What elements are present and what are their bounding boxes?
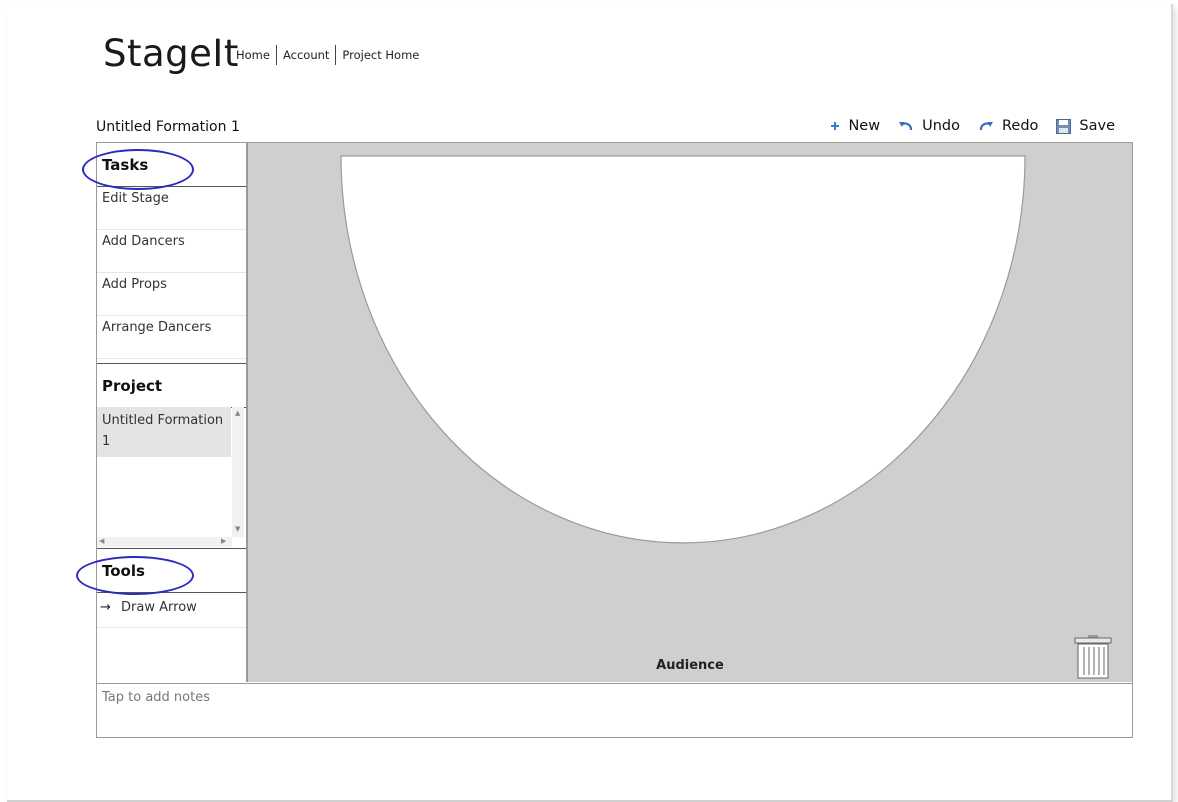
scroll-right-icon: ▶: [221, 537, 227, 545]
nav-divider: [275, 45, 277, 65]
stage-canvas[interactable]: Audience: [248, 143, 1132, 682]
task-arrange-dancers[interactable]: Arrange Dancers: [97, 316, 246, 359]
undo-button[interactable]: Undo: [898, 118, 960, 134]
sidebar: Tasks Edit Stage Add Dancers Add Props A…: [97, 143, 248, 682]
formation-title: Untitled Formation 1: [96, 119, 240, 135]
floppy-disk-icon: [1056, 118, 1072, 134]
stage-shape[interactable]: [340, 155, 1026, 544]
project-header: Project: [102, 376, 163, 395]
nav-project-home-link[interactable]: Project Home: [342, 48, 419, 62]
editor-panel: Tasks Edit Stage Add Dancers Add Props A…: [96, 142, 1133, 738]
nav-divider: [335, 45, 337, 65]
new-button[interactable]: New: [830, 118, 880, 134]
scroll-up-icon: ▲: [235, 409, 241, 417]
right-arrow-icon: →: [100, 600, 111, 615]
tools-header: Tools: [102, 561, 145, 580]
trash-can-icon[interactable]: [1074, 634, 1112, 684]
save-button-label: Save: [1079, 118, 1115, 134]
project-item[interactable]: Untitled Formation 1: [97, 407, 231, 457]
redo-button-label: Redo: [1001, 118, 1039, 134]
scroll-left-icon: ◀: [99, 537, 105, 545]
nav-account-link[interactable]: Account: [283, 48, 329, 62]
stage-graphic: [340, 155, 1026, 544]
project-list[interactable]: Untitled Formation 1 ▲ ▼ ◀ ▶: [97, 407, 246, 547]
app-logo[interactable]: StageIt: [103, 32, 239, 75]
horizontal-scrollbar[interactable]: ◀ ▶: [97, 537, 232, 547]
new-button-label: New: [848, 118, 881, 134]
tool-draw-arrow-label: Draw Arrow: [121, 600, 197, 615]
page-sheet: StageIt Home Account Project Home Untitl…: [7, 4, 1173, 802]
scroll-down-icon: ▼: [235, 525, 241, 533]
vertical-scrollbar[interactable]: ▲ ▼: [232, 407, 244, 537]
nav-home-link[interactable]: Home: [236, 48, 270, 62]
tasks-header: Tasks: [102, 155, 149, 174]
redo-icon: [978, 120, 994, 132]
plus-icon: [830, 121, 840, 131]
tool-draw-arrow[interactable]: → Draw Arrow: [97, 592, 246, 628]
redo-button[interactable]: Redo: [978, 118, 1038, 134]
task-add-dancers[interactable]: Add Dancers: [97, 230, 246, 273]
editor-toolbar: New Undo Redo Save: [812, 118, 1115, 134]
task-edit-stage[interactable]: Edit Stage: [97, 187, 246, 230]
task-add-props[interactable]: Add Props: [97, 273, 246, 316]
audience-label: Audience: [656, 658, 724, 673]
undo-button-label: Undo: [922, 118, 960, 134]
top-navigation: Home Account Project Home: [236, 45, 419, 65]
save-button[interactable]: Save: [1056, 118, 1115, 134]
notes-field[interactable]: Tap to add notes: [97, 683, 1132, 737]
undo-icon: [898, 120, 914, 132]
